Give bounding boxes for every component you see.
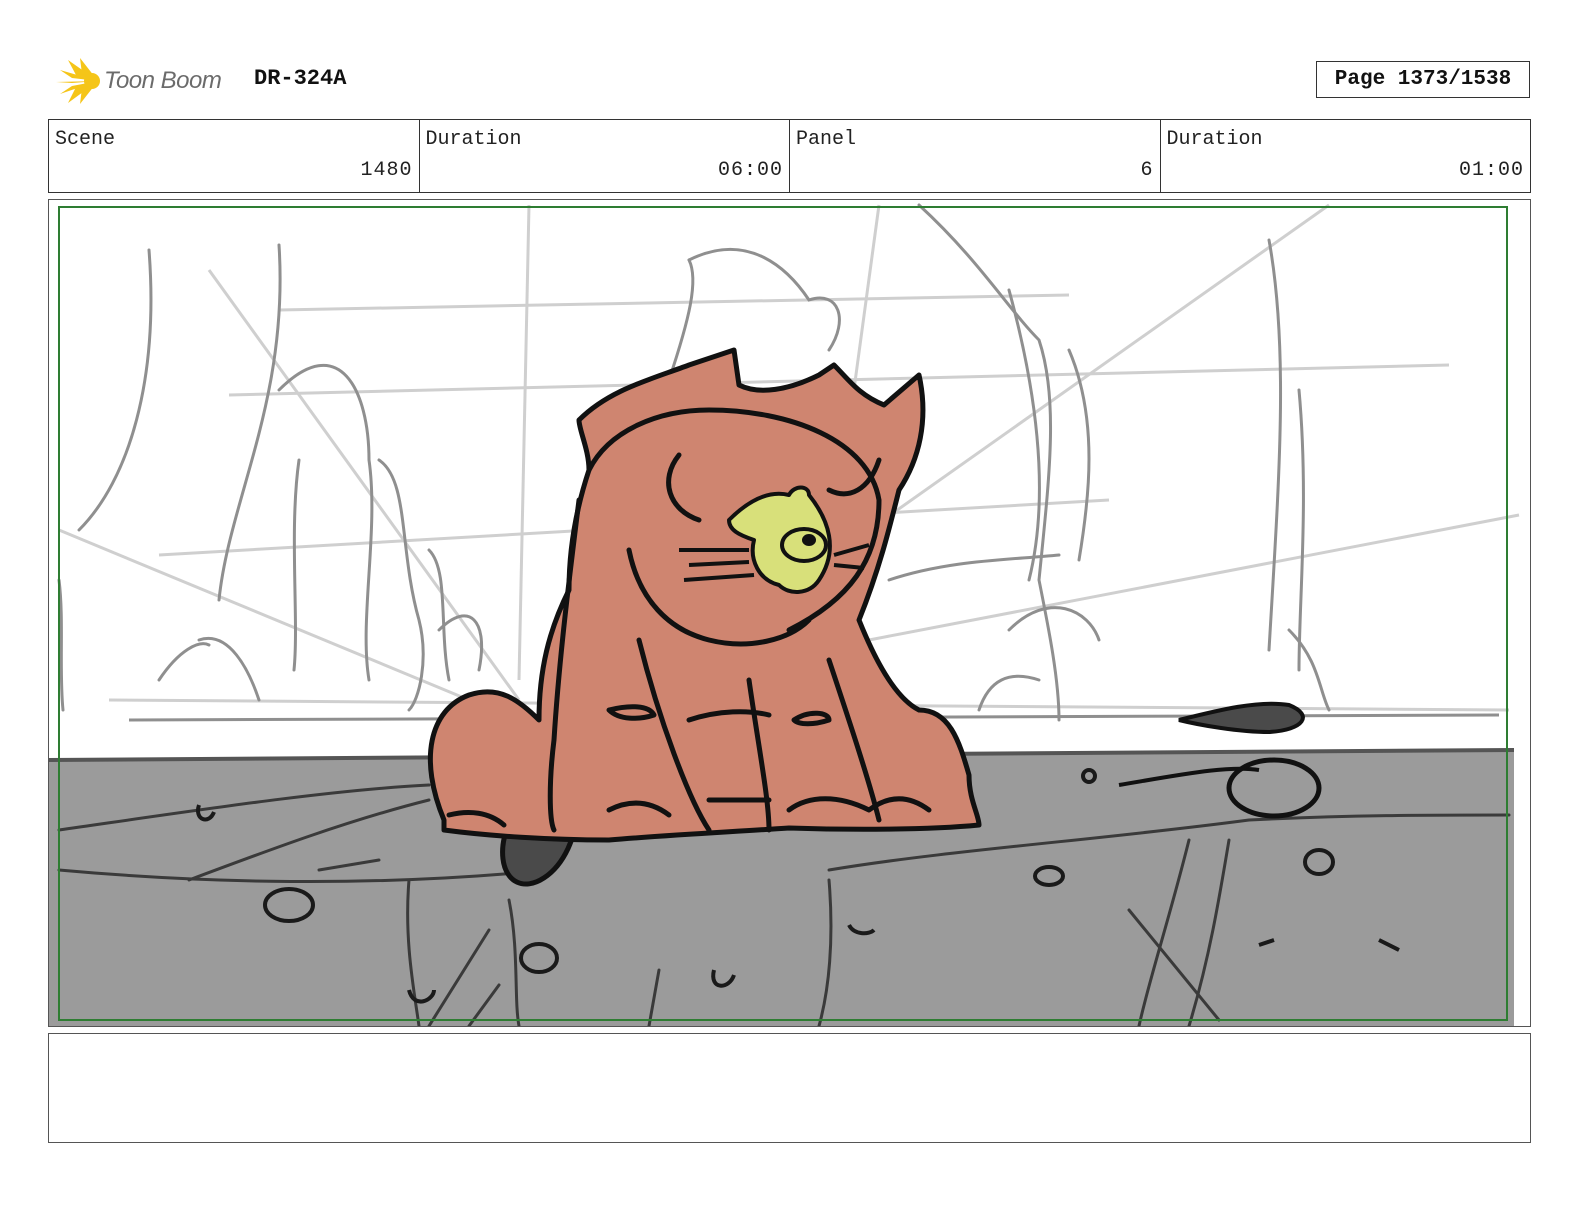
panel-artwork — [49, 203, 1520, 1026]
scene-info-row: Scene 1480 Duration 06:00 Panel 6 Durati… — [48, 119, 1531, 193]
scene-duration-label: Duration — [425, 128, 522, 151]
scene-cell: Scene 1480 — [49, 120, 420, 192]
panel-notes — [48, 1033, 1531, 1143]
storyboard-panel — [48, 199, 1531, 1027]
scene-label: Scene — [55, 128, 116, 151]
page-indicator: Page 1373/1538 — [1316, 61, 1530, 98]
scene-duration-value: 06:00 — [717, 159, 783, 182]
scene-duration-cell: Duration 06:00 — [420, 120, 790, 192]
panel-cell: Panel 6 — [790, 120, 1161, 192]
panel-label: Panel — [796, 128, 857, 151]
document-id: DR-324A — [254, 66, 347, 91]
starburst-icon — [56, 58, 100, 104]
scene-value: 1480 — [360, 159, 413, 182]
panel-duration-cell: Duration 01:00 — [1161, 120, 1531, 192]
brand-name: Toon Boom — [104, 67, 222, 94]
creature — [427, 347, 982, 843]
panel-duration-value: 01:00 — [1458, 159, 1524, 182]
panel-duration-label: Duration — [1166, 128, 1263, 151]
toon-boom-logo: Toon Boom — [52, 56, 222, 106]
panel-value: 6 — [1140, 159, 1154, 182]
